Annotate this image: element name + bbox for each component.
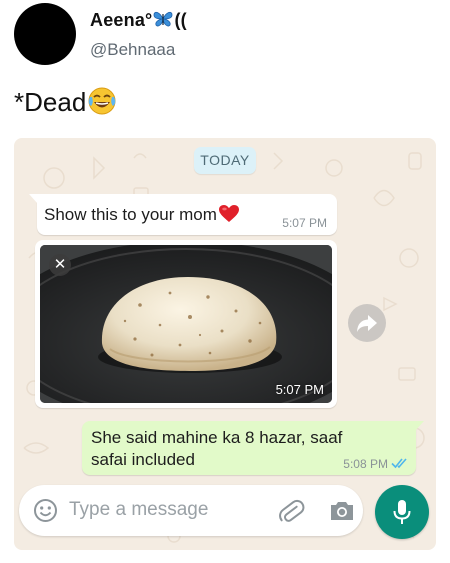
chat-window: TODAY Show this to your mom 5:07 PM ✕ 5:… [14,138,436,550]
display-name[interactable]: Aeena° (( [90,10,187,31]
mic-button[interactable] [375,485,429,539]
bubble-tail [415,421,424,431]
outgoing-message-bubble[interactable]: She said mahine ka 8 hazar, saaf safai i… [82,421,424,475]
message-input-bar [19,485,363,536]
image-message-time: 5:07 PM [275,382,324,397]
camera-icon[interactable] [328,498,356,524]
forward-icon[interactable] [348,304,386,342]
roti-photo[interactable]: ✕ 5:07 PM [40,245,332,403]
display-name-suffix: (( [174,10,187,30]
red-heart-icon [218,204,240,223]
avatar[interactable] [14,3,76,65]
paperclip-icon[interactable] [277,497,305,525]
laughing-crying-emoji-icon [87,86,117,116]
double-check-icon [391,458,407,469]
mic-icon [393,500,411,524]
message-text: Show this to your mom [44,204,240,225]
image-message-bubble[interactable]: ✕ 5:07 PM [35,240,337,408]
display-name-text: Aeena° [90,10,153,30]
date-chip: TODAY [194,147,256,174]
incoming-message-bubble[interactable]: Show this to your mom 5:07 PM [29,194,337,235]
tweet-text-content: *Dead [14,87,87,117]
message-time: 5:08 PM [343,457,388,471]
bubble-tail [29,194,38,204]
message-text-content: Show this to your mom [44,205,217,224]
butterfly-icon [152,10,174,28]
message-time: 5:07 PM [282,216,327,230]
roti-on-tawa-image [40,245,332,403]
tweet-text: *Dead [14,86,117,118]
message-input[interactable] [69,499,249,521]
emoji-icon[interactable] [33,498,58,523]
handle[interactable]: @Behnaaa [90,40,175,60]
close-icon[interactable]: ✕ [49,254,71,276]
message-text: She said mahine ka 8 hazar, saaf safai i… [91,428,343,469]
